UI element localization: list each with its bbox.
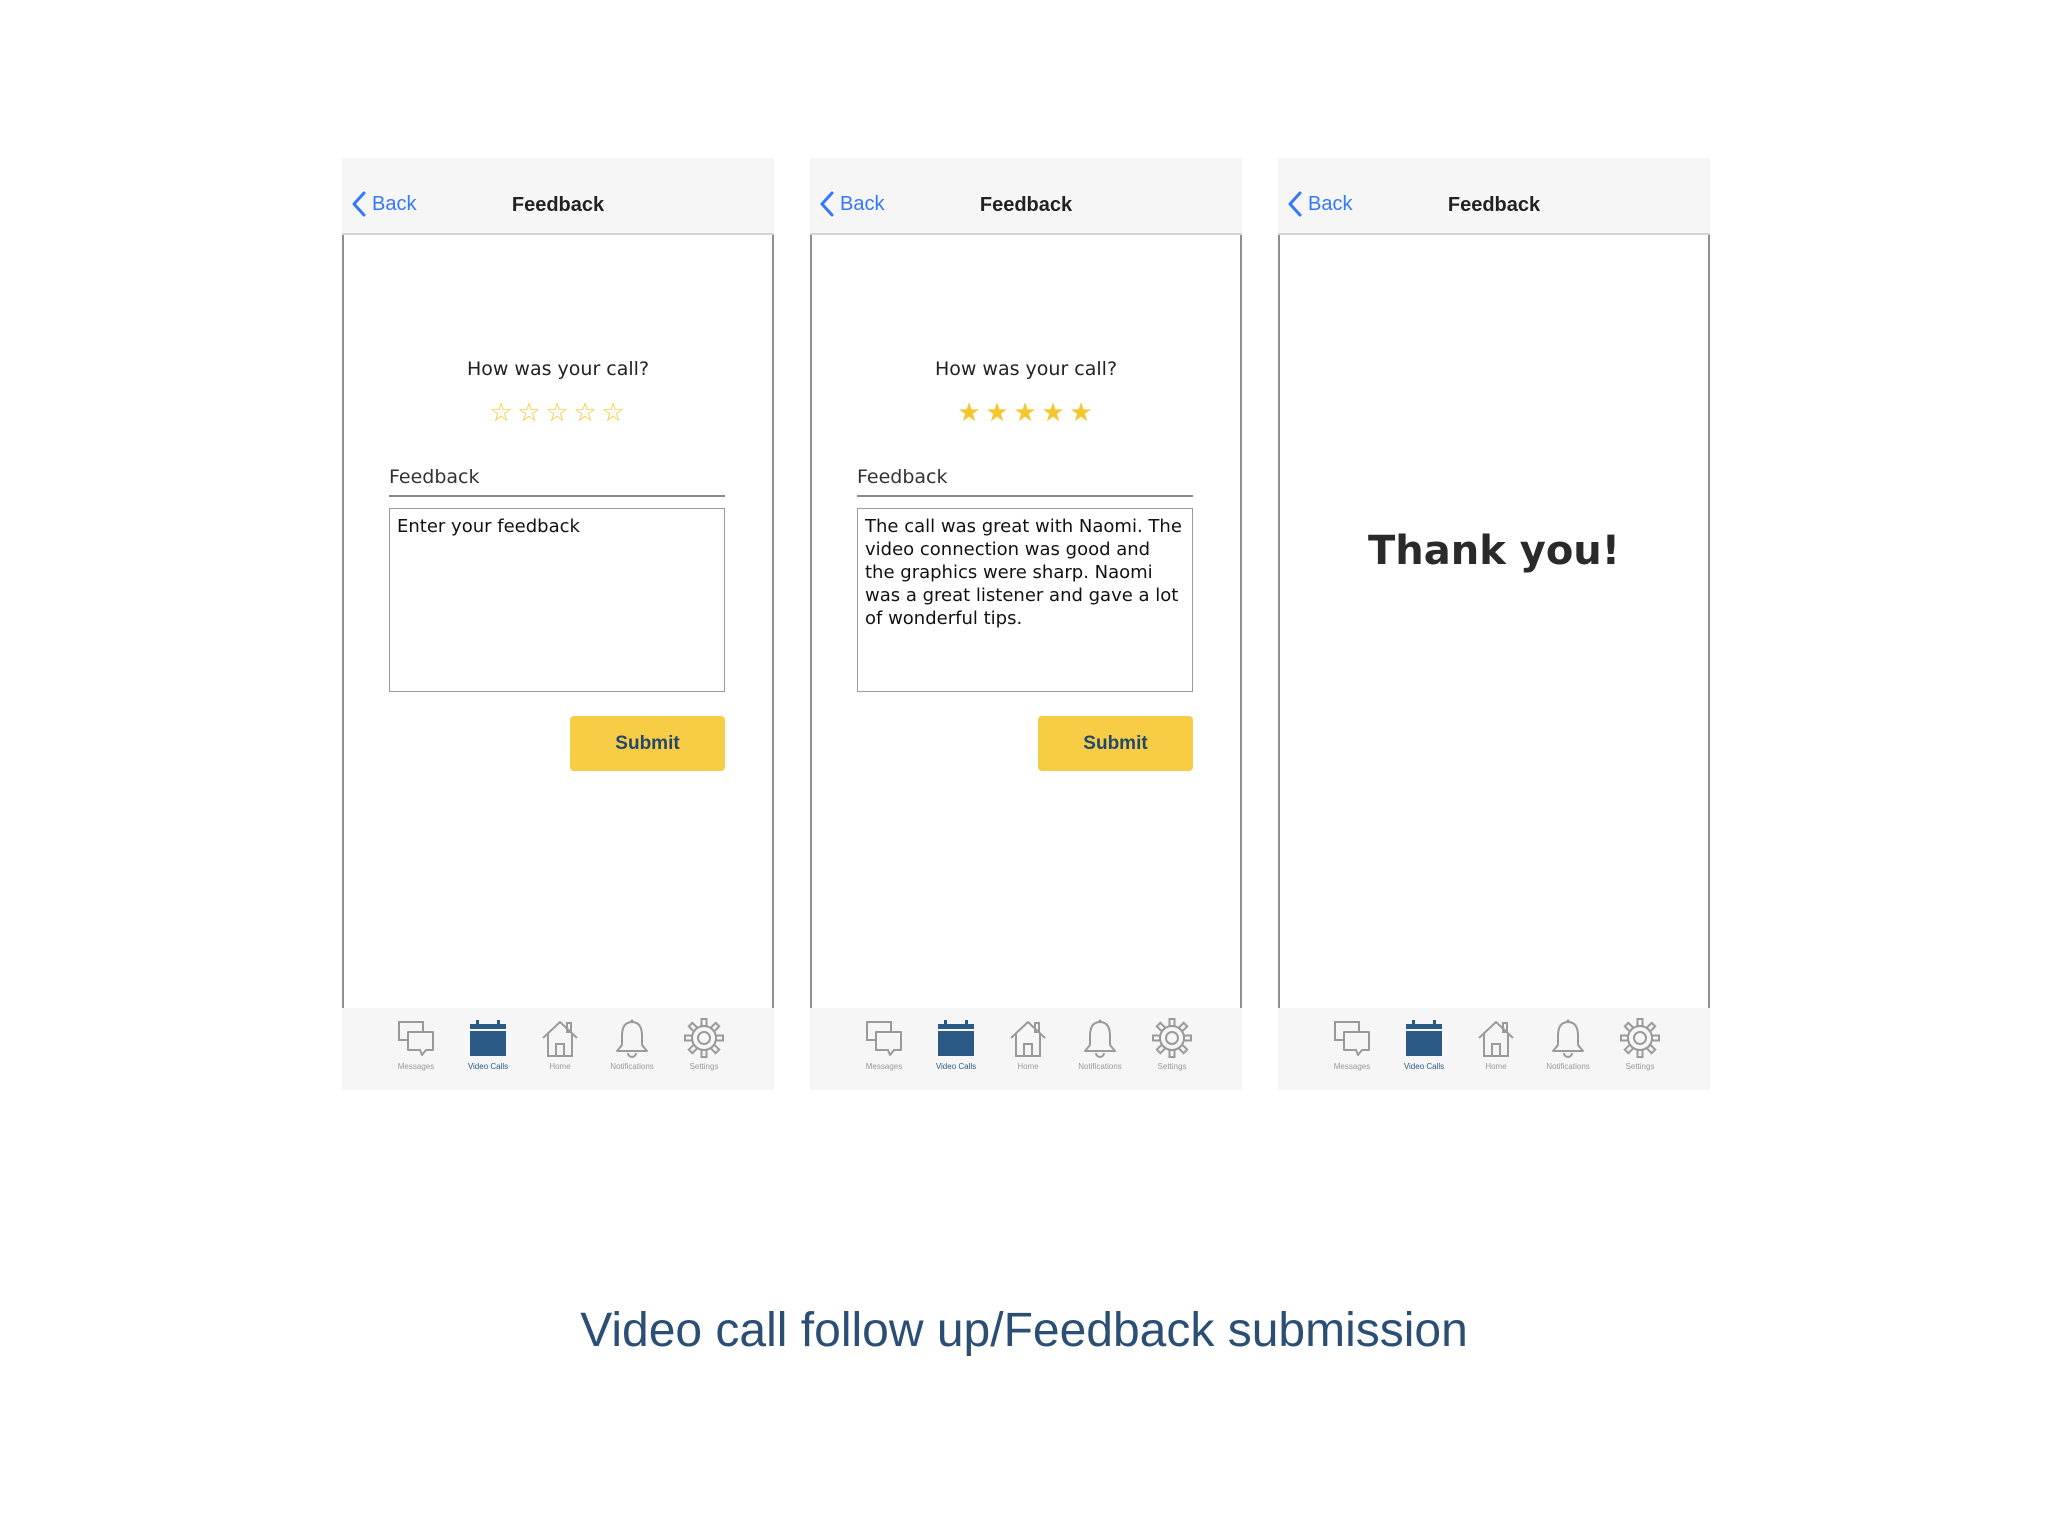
star-icon[interactable]: ★: [984, 400, 1012, 426]
feedback-textarea[interactable]: Enter your feedback: [389, 508, 725, 692]
star-rating: ★ ★ ★ ★ ★: [812, 400, 1240, 426]
gear-icon: [1152, 1018, 1192, 1058]
tab-label: Home: [1485, 1062, 1507, 1071]
submit-button[interactable]: Submit: [1038, 716, 1193, 771]
tab-home[interactable]: Home: [524, 1008, 596, 1090]
star-icon[interactable]: ★: [1040, 400, 1068, 426]
star-icon[interactable]: ★: [956, 400, 984, 426]
star-icon[interactable]: ★: [1068, 400, 1096, 426]
feedback-divider: [389, 495, 725, 497]
feedback-label: Feedback: [857, 466, 948, 488]
tab-settings[interactable]: Settings: [668, 1008, 740, 1090]
messages-icon: [396, 1018, 436, 1058]
tab-bar: Messages Video Calls Home Notifications Sett…: [342, 1008, 774, 1090]
tab-video-calls[interactable]: Video Calls: [920, 1008, 992, 1090]
star-icon[interactable]: ☆: [572, 400, 600, 426]
home-icon: [1008, 1018, 1048, 1058]
tab-label: Messages: [865, 1062, 903, 1071]
nav-title: Feedback: [1447, 194, 1541, 216]
calendar-icon: [468, 1018, 508, 1058]
tab-label: Video Calls: [935, 1062, 977, 1071]
tab-bar: Messages Video Calls Home Notifications Sett…: [1278, 1008, 1710, 1090]
feedback-divider: [857, 495, 1193, 497]
star-rating: ☆ ☆ ☆ ☆ ☆: [344, 400, 772, 426]
tab-home[interactable]: Home: [1460, 1008, 1532, 1090]
calendar-icon: [1404, 1018, 1444, 1058]
tab-label: Home: [1017, 1062, 1039, 1071]
tab-bar: Messages Video Calls Home Notifications Sett…: [810, 1008, 1242, 1090]
calendar-icon: [936, 1018, 976, 1058]
slide-caption: Video call follow up/Feedback submission: [580, 1304, 1468, 1357]
bell-icon: [1548, 1018, 1588, 1058]
star-icon[interactable]: ★: [1012, 400, 1040, 426]
nav-title: Feedback: [979, 194, 1073, 216]
tab-label: Messages: [1333, 1062, 1371, 1071]
tab-notifications[interactable]: Notifications: [1064, 1008, 1136, 1090]
tab-label: Video Calls: [1403, 1062, 1445, 1071]
tab-label: Notifications: [1546, 1062, 1590, 1071]
tab-settings[interactable]: Settings: [1604, 1008, 1676, 1090]
tab-video-calls[interactable]: Video Calls: [452, 1008, 524, 1090]
tab-notifications[interactable]: Notifications: [596, 1008, 668, 1090]
bell-icon: [1080, 1018, 1120, 1058]
tab-messages[interactable]: Messages: [1316, 1008, 1388, 1090]
star-icon[interactable]: ☆: [600, 400, 628, 426]
bell-icon: [612, 1018, 652, 1058]
feedback-screen-empty: Back Feedback How was your call? ☆ ☆ ☆ ☆ ☆ F…: [342, 158, 774, 1090]
tab-notifications[interactable]: Notifications: [1532, 1008, 1604, 1090]
star-icon[interactable]: ☆: [516, 400, 544, 426]
home-icon: [1476, 1018, 1516, 1058]
submit-button[interactable]: Submit: [570, 716, 725, 771]
tab-label: Messages: [397, 1062, 435, 1071]
tab-messages[interactable]: Messages: [380, 1008, 452, 1090]
tab-label: Settings: [1625, 1062, 1655, 1071]
home-icon: [540, 1018, 580, 1058]
star-icon[interactable]: ☆: [488, 400, 516, 426]
tab-settings[interactable]: Settings: [1136, 1008, 1208, 1090]
messages-icon: [1332, 1018, 1372, 1058]
messages-icon: [864, 1018, 904, 1058]
tab-label: Notifications: [610, 1062, 654, 1071]
gear-icon: [684, 1018, 724, 1058]
tab-label: Settings: [689, 1062, 719, 1071]
rating-question: How was your call?: [934, 358, 1118, 380]
rating-question: How was your call?: [466, 358, 650, 380]
feedback-screen-filled: Back Feedback How was your call? ★ ★ ★ ★ ★ F…: [810, 158, 1242, 1090]
nav-bar: Back Feedback: [342, 158, 774, 235]
tab-label: Notifications: [1078, 1062, 1122, 1071]
nav-bar: Back Feedback: [810, 158, 1242, 235]
tab-home[interactable]: Home: [992, 1008, 1064, 1090]
star-icon[interactable]: ☆: [544, 400, 572, 426]
feedback-label: Feedback: [389, 466, 480, 488]
nav-title: Feedback: [511, 194, 605, 216]
feedback-textarea[interactable]: The call was great with Naomi. The video…: [857, 508, 1193, 692]
thank-you-message: Thank you!: [1367, 528, 1621, 574]
tab-label: Video Calls: [467, 1062, 509, 1071]
gear-icon: [1620, 1018, 1660, 1058]
tab-messages[interactable]: Messages: [848, 1008, 920, 1090]
nav-bar: Back Feedback: [1278, 158, 1710, 235]
tab-video-calls[interactable]: Video Calls: [1388, 1008, 1460, 1090]
tab-label: Home: [549, 1062, 571, 1071]
tab-label: Settings: [1157, 1062, 1187, 1071]
feedback-screen-thanks: Back Feedback Thank you! Messages Video C…: [1278, 158, 1710, 1090]
